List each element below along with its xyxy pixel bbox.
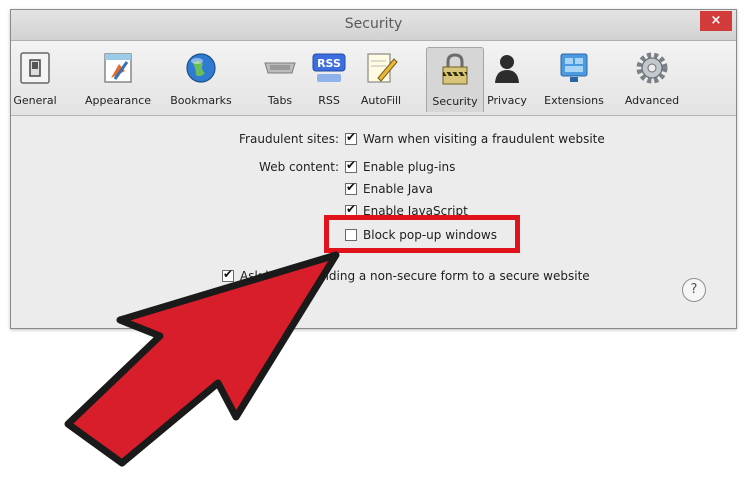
- red-pointer-arrow-icon: [64, 251, 340, 467]
